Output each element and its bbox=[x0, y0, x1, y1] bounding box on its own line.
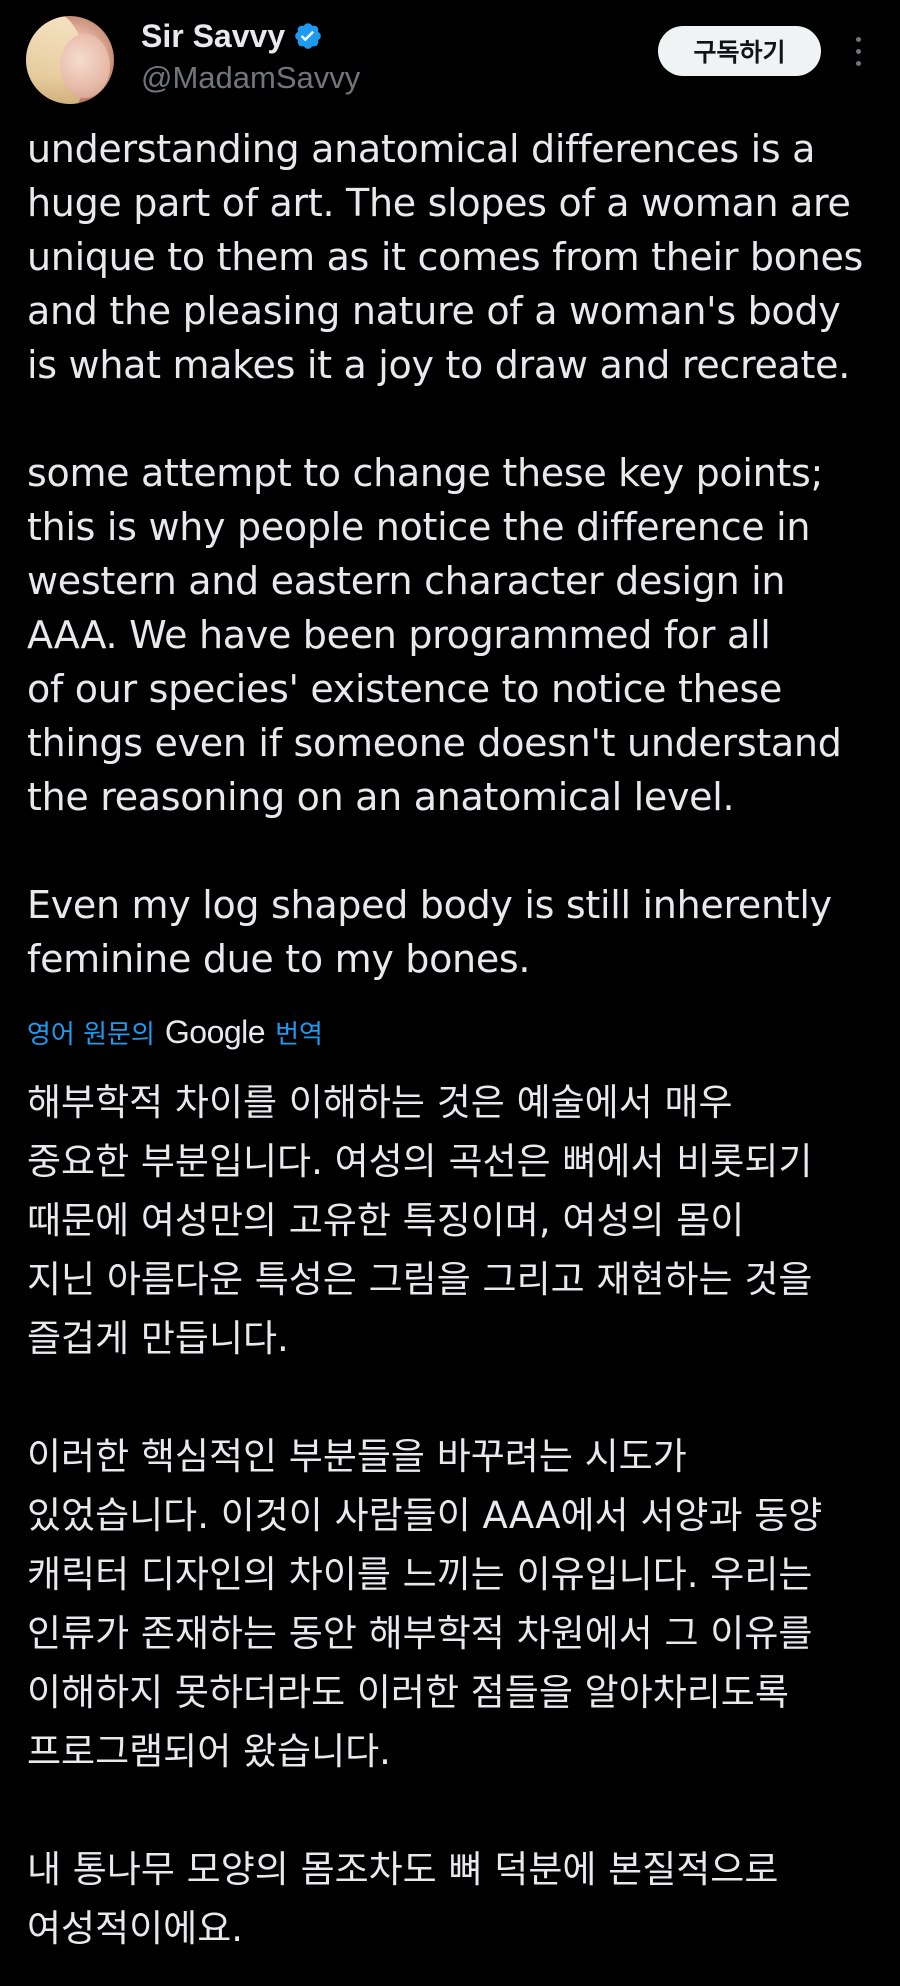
google-logo-text: Google bbox=[164, 1013, 266, 1050]
more-dot bbox=[855, 48, 861, 54]
translation-attribution[interactable]: 영어 원문의 Google 번역 bbox=[27, 1012, 323, 1052]
translated-paragraph: 해부학적 차이를 이해하는 것은 예술에서 매우 중요한 부분입니다. 여성의 … bbox=[27, 1081, 813, 1360]
avatar-face bbox=[60, 34, 110, 98]
author-info: Sir Savvy @MadamSavvy bbox=[141, 14, 641, 96]
more-dot bbox=[855, 60, 861, 66]
tweet-paragraph: understanding anatomical differences is … bbox=[27, 127, 864, 387]
tweet-header: Sir Savvy @MadamSavvy 구독하기 bbox=[0, 0, 900, 118]
author-handle[interactable]: @MadamSavvy bbox=[141, 60, 641, 96]
more-dot bbox=[855, 36, 861, 42]
translated-body: 해부학적 차이를 이해하는 것은 예술에서 매우 중요한 부분입니다. 여성의 … bbox=[27, 1073, 887, 1958]
tweet-body: understanding anatomical differences is … bbox=[27, 122, 887, 986]
tweet-paragraph: Even my log shaped body is still inheren… bbox=[27, 883, 832, 981]
translated-paragraph: 이러한 핵심적인 부분들을 바꾸려는 시도가 있었습니다. 이것이 사람들이 A… bbox=[27, 1435, 823, 1773]
more-vertical-icon[interactable] bbox=[843, 26, 873, 76]
author-display-name[interactable]: Sir Savvy bbox=[141, 18, 285, 55]
translation-suffix: 번역 bbox=[275, 1019, 323, 1050]
avatar[interactable] bbox=[26, 16, 114, 104]
translation-prefix: 영어 원문의 bbox=[27, 1019, 155, 1050]
translated-paragraph: 내 통나무 모양의 몸조차도 뼈 덕분에 본질적으로 여성적이에요. bbox=[27, 1848, 779, 1950]
verified-badge-icon bbox=[295, 23, 321, 49]
subscribe-button[interactable]: 구독하기 bbox=[658, 26, 821, 76]
name-row: Sir Savvy bbox=[141, 14, 641, 58]
tweet-paragraph: some attempt to change these key points;… bbox=[27, 451, 842, 819]
